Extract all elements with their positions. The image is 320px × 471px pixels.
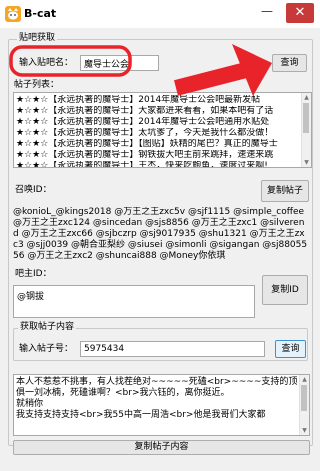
highlight-outline <box>9 45 132 77</box>
red-annotation-overlay <box>9 44 272 96</box>
red-arrow-shaft <box>174 62 248 96</box>
